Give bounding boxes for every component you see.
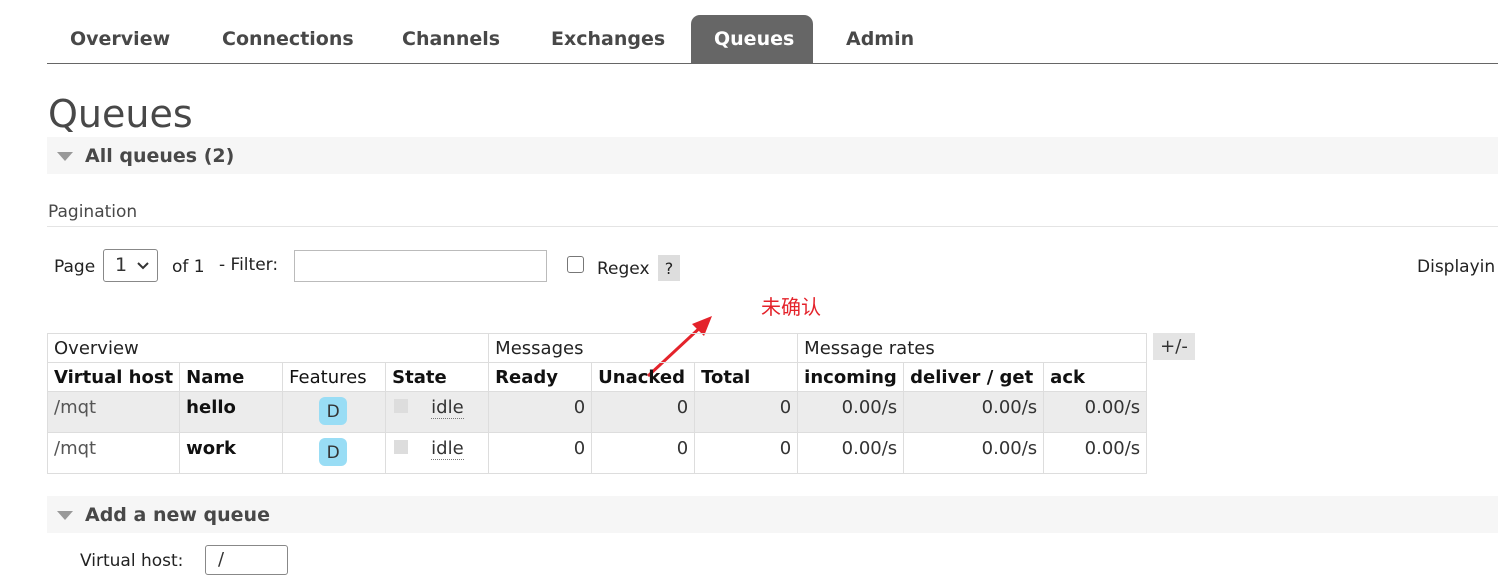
tab-exchanges[interactable]: Exchanges — [528, 15, 688, 63]
row-state: idle — [385, 432, 490, 474]
tab-connections[interactable]: Connections — [199, 15, 377, 63]
collapse-triangle-icon — [57, 511, 73, 520]
group-header-overview: Overview — [46, 333, 490, 363]
row-total: 0 — [694, 432, 799, 474]
collapse-triangle-icon — [57, 152, 73, 161]
page-label: Page — [54, 257, 96, 277]
row-total: 0 — [694, 391, 799, 433]
col-ack[interactable]: ack — [1043, 362, 1148, 392]
col-virtual-host[interactable]: Virtual host — [46, 362, 181, 392]
col-deliver-get[interactable]: deliver / get — [903, 362, 1045, 392]
col-incoming[interactable]: incoming — [797, 362, 905, 392]
annotation-text: 未确认 — [761, 295, 821, 319]
tab-admin[interactable]: Admin — [823, 15, 937, 63]
tab-queues[interactable]: Queues — [691, 15, 813, 63]
row-features: D — [282, 391, 387, 433]
row-unacked: 0 — [591, 432, 696, 474]
state-indicator-icon — [394, 399, 409, 413]
column-toggle-button[interactable]: +/- — [1153, 333, 1195, 360]
queues-table: Overview Messages Message rates Virtual … — [46, 333, 1148, 474]
durable-badge: D — [319, 438, 348, 466]
row-features: D — [282, 432, 387, 474]
pagination-divider — [47, 226, 1498, 227]
all-queues-section-toggle[interactable]: All queues (2) — [47, 137, 1498, 174]
page-select-value: 1 — [115, 254, 128, 276]
col-ready[interactable]: Ready — [488, 362, 593, 392]
regex-help-button[interactable]: ? — [658, 255, 680, 281]
state-indicator-icon — [394, 440, 409, 454]
tab-overview[interactable]: Overview — [47, 15, 193, 63]
chevron-down-icon — [137, 262, 149, 270]
row-state: idle — [385, 391, 490, 433]
group-header-message-rates: Message rates — [797, 333, 1148, 363]
displaying-label: Displayin — [1417, 257, 1496, 277]
add-queue-label: Add a new queue — [85, 504, 270, 526]
row-deliver-get: 0.00/s — [903, 432, 1045, 474]
row-incoming: 0.00/s — [797, 432, 905, 474]
row-queue-name[interactable]: hello — [179, 391, 284, 433]
page-title: Queues — [48, 92, 193, 136]
row-vhost: /mqt — [46, 391, 181, 433]
state-text: idle — [431, 438, 464, 460]
row-ready: 0 — [488, 432, 593, 474]
tab-channels[interactable]: Channels — [379, 15, 523, 63]
row-queue-name[interactable]: work — [179, 432, 284, 474]
regex-checkbox[interactable] — [567, 256, 584, 273]
page-select[interactable]: 1 — [103, 249, 158, 282]
regex-label: Regex — [597, 259, 650, 279]
group-header-messages: Messages — [488, 333, 799, 363]
row-ack: 0.00/s — [1043, 391, 1148, 433]
of-pages-label: of 1 — [172, 257, 205, 277]
row-deliver-get: 0.00/s — [903, 391, 1045, 433]
row-ready: 0 — [488, 391, 593, 433]
col-state[interactable]: State — [385, 362, 490, 392]
row-ack: 0.00/s — [1043, 432, 1148, 474]
row-incoming: 0.00/s — [797, 391, 905, 433]
virtual-host-select[interactable]: / — [205, 545, 288, 575]
add-queue-section-toggle[interactable]: Add a new queue — [47, 496, 1498, 533]
table-row: /mqt hello D idle 0 0 0 0.00/s 0.00/s 0.… — [46, 391, 1148, 433]
filter-label: - Filter: — [219, 255, 279, 275]
top-nav: Overview Connections Channels Exchanges … — [47, 15, 1498, 64]
col-total[interactable]: Total — [694, 362, 799, 392]
state-text: idle — [431, 397, 464, 419]
table-row: /mqt work D idle 0 0 0 0.00/s 0.00/s 0.0… — [46, 432, 1148, 474]
durable-badge: D — [319, 397, 348, 425]
filter-input[interactable] — [294, 250, 547, 282]
all-queues-label: All queues (2) — [85, 145, 235, 167]
row-vhost: /mqt — [46, 432, 181, 474]
virtual-host-label: Virtual host: — [80, 551, 184, 571]
col-unacked[interactable]: Unacked — [591, 362, 696, 392]
col-features: Features — [282, 362, 387, 392]
pagination-label: Pagination — [48, 202, 138, 222]
col-name[interactable]: Name — [179, 362, 284, 392]
row-unacked: 0 — [591, 391, 696, 433]
